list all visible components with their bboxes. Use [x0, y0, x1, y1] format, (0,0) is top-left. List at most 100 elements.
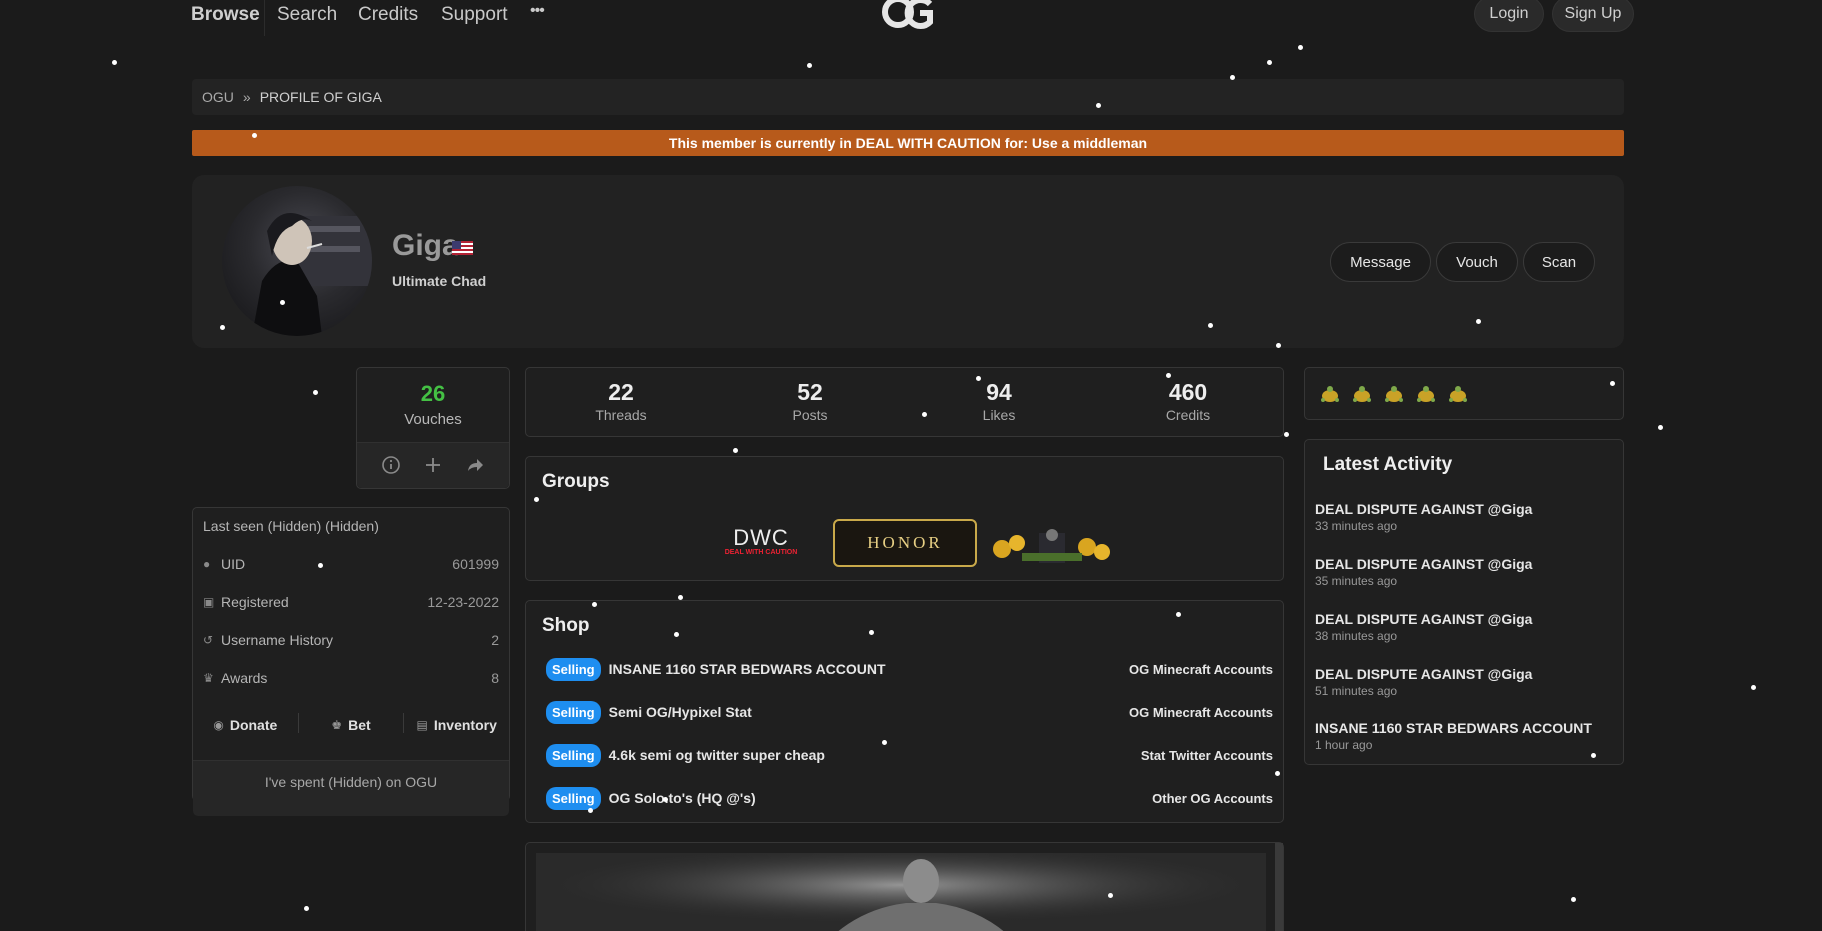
turtle-badge-icon[interactable] — [1447, 383, 1469, 405]
stat-threads[interactable]: 22 Threads — [541, 379, 701, 423]
shop-item[interactable]: Selling Semi OG/Hypixel Stat OG Minecraf… — [546, 699, 1273, 725]
info-icon[interactable] — [381, 455, 401, 475]
shop-item-name: Semi OG/Hypixel Stat — [608, 704, 752, 720]
shop-item[interactable]: Selling 4.6k semi og twitter super cheap… — [546, 742, 1273, 768]
snow-particle — [1610, 381, 1615, 386]
snow-particle — [1275, 771, 1280, 776]
turtle-badge-icon[interactable] — [1383, 383, 1405, 405]
vouch-button[interactable]: Vouch — [1436, 242, 1518, 282]
dwc-banner-text: DWC — [733, 525, 789, 550]
honor-group-banner[interactable]: HONOR — [833, 519, 977, 567]
inventory-icon: ▤ — [416, 718, 428, 732]
activity-time: 38 minutes ago — [1315, 629, 1398, 643]
groups-panel: Groups DWC DEAL WITH CAUTION HONOR — [525, 456, 1284, 581]
snow-particle — [1571, 897, 1576, 902]
snow-particle — [220, 325, 225, 330]
selling-badge: Selling — [546, 700, 601, 724]
inventory-link[interactable]: ▤ Inventory — [404, 713, 509, 737]
message-button[interactable]: Message — [1330, 242, 1431, 282]
snow-particle — [252, 133, 257, 138]
activity-time: 1 hour ago — [1315, 738, 1373, 752]
og-logo-icon[interactable] — [880, 0, 936, 32]
snow-particle — [313, 390, 318, 395]
avatar-illustration — [252, 213, 372, 336]
uid-label: UID — [221, 556, 246, 572]
bet-icon: ♚ — [331, 718, 343, 732]
likes-count: 94 — [986, 379, 1012, 405]
turtle-badge-icon[interactable] — [1415, 383, 1437, 405]
activity-text: DEAL DISPUTE AGAINST @Giga — [1315, 501, 1533, 517]
snow-particle — [1298, 45, 1303, 50]
info-panel: Last seen (Hidden) (Hidden) ● UID 601999… — [192, 507, 510, 816]
info-row-registered: ▣ Registered 12-23-2022 — [203, 592, 499, 612]
honor-banner-text: HONOR — [867, 533, 943, 552]
profile-banner-figure — [536, 853, 1266, 931]
dwc-banner-subtext: DEAL WITH CAUTION — [724, 549, 798, 556]
last-seen: Last seen (Hidden) (Hidden) — [203, 518, 379, 534]
shop-title: Shop — [542, 615, 590, 636]
snow-particle — [922, 412, 927, 417]
profile-media-panel — [525, 842, 1284, 931]
snow-particle — [1230, 75, 1235, 80]
nav-credits[interactable]: Credits — [358, 4, 418, 26]
snow-particle — [534, 497, 539, 502]
snow-particle — [1176, 612, 1181, 617]
snow-particle — [1208, 323, 1213, 328]
threads-label: Threads — [595, 407, 647, 423]
bet-link[interactable]: ♚ Bet — [299, 713, 404, 737]
stat-likes[interactable]: 94 Likes — [919, 379, 1079, 423]
snow-particle — [1166, 373, 1171, 378]
stat-credits[interactable]: 460 Credits — [1108, 379, 1268, 423]
user-circle-icon: ● — [203, 557, 211, 571]
activity-item[interactable]: DEAL DISPUTE AGAINST @Giga 35 minutes ag… — [1315, 556, 1532, 588]
snow-particle — [112, 60, 117, 65]
shop-item-category: OG Minecraft Accounts — [1129, 661, 1273, 677]
activity-time: 51 minutes ago — [1315, 684, 1398, 698]
plus-icon[interactable] — [423, 455, 443, 475]
snow-particle — [663, 797, 668, 802]
vouch-label: Vouches — [404, 411, 462, 428]
shop-item[interactable]: Selling INSANE 1160 STAR BEDWARS ACCOUNT… — [546, 656, 1273, 682]
shop-item[interactable]: Selling OG Solo.to's (HQ @'s) Other OG A… — [546, 785, 1273, 811]
spent-footer: I've spent (Hidden) on OGU — [193, 760, 509, 816]
nav-more-icon[interactable]: ••• — [530, 2, 545, 20]
breadcrumb-root[interactable]: OGU — [202, 89, 234, 105]
shop-panel: Shop Selling INSANE 1160 STAR BEDWARS AC… — [525, 600, 1284, 823]
inventory-label: Inventory — [433, 717, 497, 733]
activity-time: 33 minutes ago — [1315, 519, 1398, 533]
donate-link[interactable]: ◉ Donate — [193, 713, 298, 737]
info-row-awards[interactable]: ♛ Awards 8 — [203, 668, 499, 688]
snow-particle — [318, 563, 323, 568]
scrollbar[interactable] — [1275, 843, 1283, 931]
uid-value: 601999 — [452, 556, 499, 572]
avatar — [222, 186, 372, 336]
nav-browse[interactable]: Browse — [191, 4, 260, 26]
activity-item[interactable]: DEAL DISPUTE AGAINST @Giga 51 minutes ag… — [1315, 666, 1532, 698]
snow-particle — [1476, 319, 1481, 324]
awards-value: 8 — [491, 670, 499, 686]
dwc-group-banner[interactable]: DWC DEAL WITH CAUTION — [706, 527, 816, 563]
login-button[interactable]: Login — [1474, 0, 1544, 32]
activity-item[interactable]: DEAL DISPUTE AGAINST @Giga 38 minutes ag… — [1315, 611, 1532, 643]
signup-button[interactable]: Sign Up — [1552, 0, 1634, 32]
snow-particle — [588, 808, 593, 813]
scan-button[interactable]: Scan — [1523, 242, 1595, 282]
selling-badge: Selling — [546, 743, 601, 767]
calendar-icon: ▣ — [203, 595, 215, 609]
turtle-badge-icon[interactable] — [1351, 383, 1373, 405]
turtle-badge-icon[interactable] — [1319, 383, 1341, 405]
snow-particle — [869, 630, 874, 635]
username-history-label: Username History — [221, 632, 334, 648]
money-group-banner-icon[interactable] — [987, 527, 1117, 565]
stat-posts[interactable]: 52 Posts — [730, 379, 890, 423]
history-icon: ↺ — [203, 633, 214, 647]
registered-value: 12-23-2022 — [427, 594, 499, 610]
info-row-username-history[interactable]: ↺ Username History 2 — [203, 630, 499, 650]
share-icon[interactable] — [465, 455, 485, 475]
nav-search[interactable]: Search — [277, 4, 337, 26]
activity-item[interactable]: INSANE 1160 STAR BEDWARS ACCOUNT 1 hour … — [1315, 720, 1592, 752]
stats-panel: 22 Threads 52 Posts 94 Likes 460 Credits — [525, 367, 1284, 437]
nav-support[interactable]: Support — [441, 4, 508, 26]
activity-item[interactable]: DEAL DISPUTE AGAINST @Giga 33 minutes ag… — [1315, 501, 1532, 533]
user-title: Ultimate Chad — [392, 273, 487, 289]
